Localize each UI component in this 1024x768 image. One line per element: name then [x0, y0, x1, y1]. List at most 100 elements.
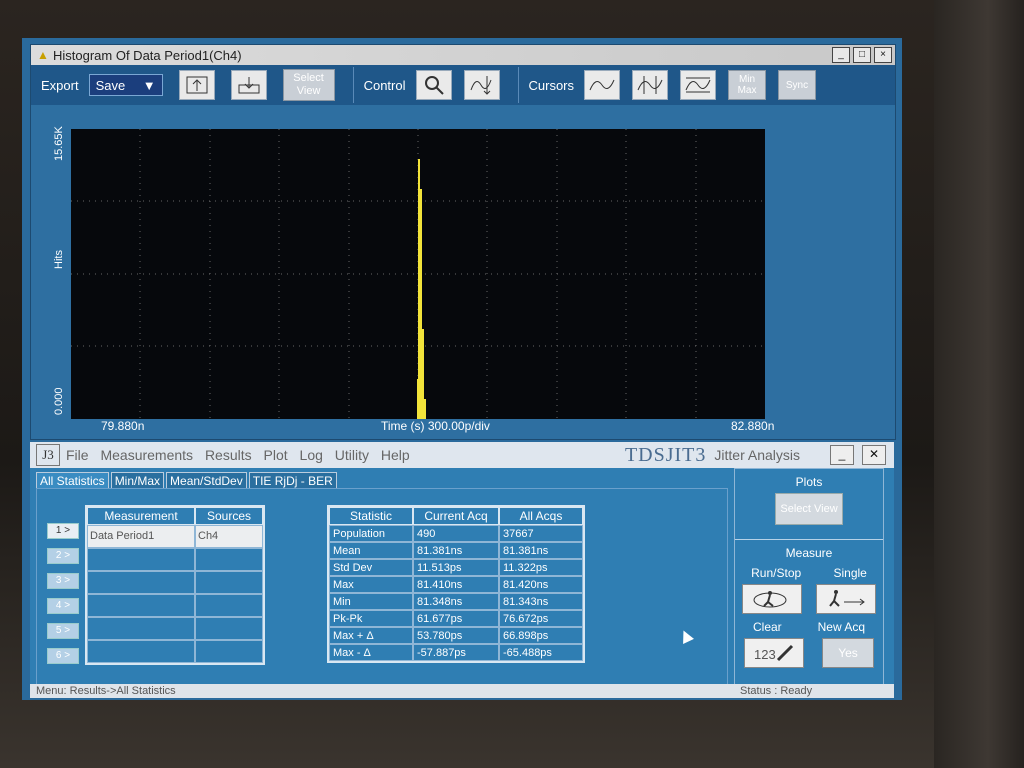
minmax-button[interactable]: Min Max: [728, 70, 767, 100]
cursor-vertical-button[interactable]: [632, 70, 669, 100]
toolbar-divider: [517, 67, 519, 103]
menu-help[interactable]: Help: [381, 447, 410, 463]
stat-current: 490: [413, 525, 499, 542]
j3-logo: J3: [36, 444, 60, 466]
stat-name: Pk-Pk: [329, 610, 413, 627]
table-row[interactable]: [87, 548, 263, 571]
row-button[interactable]: 6 >: [47, 648, 79, 664]
save-dropdown[interactable]: Save ▼: [88, 74, 163, 96]
table-cell: [87, 594, 195, 617]
new-acq-label: New Acq: [817, 620, 865, 634]
export-label: Export: [41, 77, 79, 93]
histogram-svg: [71, 129, 765, 419]
clear-button[interactable]: 123: [744, 638, 804, 668]
side-divider: [735, 539, 883, 540]
jitter-minimize-button[interactable]: _: [830, 445, 854, 465]
export-up-button[interactable]: [178, 70, 215, 100]
table-cell: [195, 617, 263, 640]
stat-name: Max + Δ: [329, 627, 413, 644]
side-panel: Plots Select View Measure Run/Stop Singl…: [734, 468, 884, 690]
window-title: Histogram Of Data Period1(Ch4): [53, 47, 242, 63]
stat-row: Max + Δ 53.780ps 66.898ps: [329, 627, 583, 644]
runner-loop-icon: [753, 591, 787, 608]
close-button[interactable]: ×: [874, 47, 892, 63]
jitter-menubar: J3 File Measurements Results Plot Log Ut…: [30, 442, 894, 468]
menu-utility[interactable]: Utility: [335, 447, 369, 463]
select-view-button[interactable]: Select View: [282, 69, 335, 101]
menu-bar: File Measurements Results Plot Log Utili…: [66, 447, 418, 463]
table-row[interactable]: [87, 640, 263, 663]
runner-arrow-icon: [829, 590, 865, 607]
menu-file[interactable]: File: [66, 447, 89, 463]
x-axis: 79.880n Time (s) 300.00p/div 82.880n: [71, 419, 791, 437]
y-min-label: 0.000: [53, 387, 65, 415]
row-button[interactable]: 4 >: [47, 598, 79, 614]
app-icon: ▲: [37, 48, 49, 62]
status-state: Status : Ready: [740, 685, 813, 697]
row-button[interactable]: 5 >: [47, 623, 79, 639]
table-cell: Data Period1: [87, 525, 195, 548]
menu-results[interactable]: Results: [205, 447, 252, 463]
tab-all-statistics[interactable]: All Statistics: [36, 472, 109, 489]
clear-label: Clear: [752, 620, 782, 634]
column-header: Current Acq: [413, 507, 499, 525]
stat-current: 81.348ns: [413, 593, 499, 610]
menu-log[interactable]: Log: [300, 447, 323, 463]
cursor-horizontal-button[interactable]: [680, 70, 717, 100]
stat-current: 61.677ps: [413, 610, 499, 627]
histogram-plot[interactable]: [71, 129, 765, 419]
cursor-off-button[interactable]: [584, 70, 621, 100]
pan-button[interactable]: [463, 70, 500, 100]
table-row[interactable]: [87, 617, 263, 640]
row-button[interactable]: 1 >: [47, 523, 79, 539]
tab-tie-rjdj-ber[interactable]: TIE RjDj - BER: [248, 472, 337, 489]
table-row[interactable]: Data Period1 Ch4: [87, 525, 263, 548]
histogram-window: ▲ Histogram Of Data Period1(Ch4) _ □ × E…: [30, 44, 896, 440]
menu-measurements[interactable]: Measurements: [100, 447, 193, 463]
toolbar: Export Save ▼ Select View Control Cursor…: [31, 65, 895, 105]
minimize-button[interactable]: _: [832, 47, 850, 63]
single-label: Single: [833, 566, 867, 580]
side-select-view-button[interactable]: Select View: [775, 493, 843, 525]
single-button[interactable]: [816, 584, 876, 614]
magnifier-icon: [424, 76, 444, 95]
import-down-button[interactable]: [230, 70, 267, 100]
tab-mean-stddev[interactable]: Mean/StdDev: [166, 472, 247, 489]
acq-buttons: 123 Yes: [735, 638, 883, 668]
plots-heading: Plots: [795, 475, 823, 489]
tab-min-max[interactable]: Min/Max: [110, 472, 165, 489]
stat-name: Max - Δ: [329, 644, 413, 661]
stat-row: Population 490 37667: [329, 525, 583, 542]
statistics-table: Statistic Current Acq All Acqs Populatio…: [327, 505, 585, 663]
run-stop-button[interactable]: [742, 584, 802, 614]
stat-all: -65.488ps: [499, 644, 583, 661]
maximize-button[interactable]: □: [853, 47, 871, 63]
status-bar: Menu: Results->All Statistics Status : R…: [30, 684, 894, 698]
measure-buttons: [735, 584, 883, 614]
stat-name: Std Dev: [329, 559, 413, 576]
table-row[interactable]: [87, 571, 263, 594]
export-up-icon: [186, 76, 208, 94]
table-row[interactable]: [87, 594, 263, 617]
brand-title: TDSJIT3: [624, 443, 707, 466]
x-min-label: 79.880n: [101, 419, 145, 433]
stat-all: 11.322ps: [499, 559, 583, 576]
new-acq-yes-button[interactable]: Yes: [822, 638, 874, 668]
measurement-table-header: Measurement Sources: [87, 507, 263, 525]
sine-wave-icon: [589, 79, 615, 91]
menu-plot[interactable]: Plot: [264, 447, 288, 463]
toolbar-divider: [352, 67, 354, 103]
title-bar: ▲ Histogram Of Data Period1(Ch4) _ □ ×: [31, 45, 895, 65]
histogram-bars: [415, 159, 426, 419]
row-button[interactable]: 2 >: [47, 548, 79, 564]
sync-button[interactable]: Sync: [778, 70, 817, 100]
stat-all: 81.343ns: [499, 593, 583, 610]
column-header: Sources: [195, 507, 263, 525]
row-button[interactable]: 3 >: [47, 573, 79, 589]
table-cell: [87, 617, 195, 640]
zoom-button[interactable]: [415, 70, 452, 100]
table-cell: [195, 548, 263, 571]
jitter-window: J3 File Measurements Results Plot Log Ut…: [30, 442, 894, 698]
jitter-close-button[interactable]: ✕: [862, 445, 886, 465]
table-cell: [195, 571, 263, 594]
